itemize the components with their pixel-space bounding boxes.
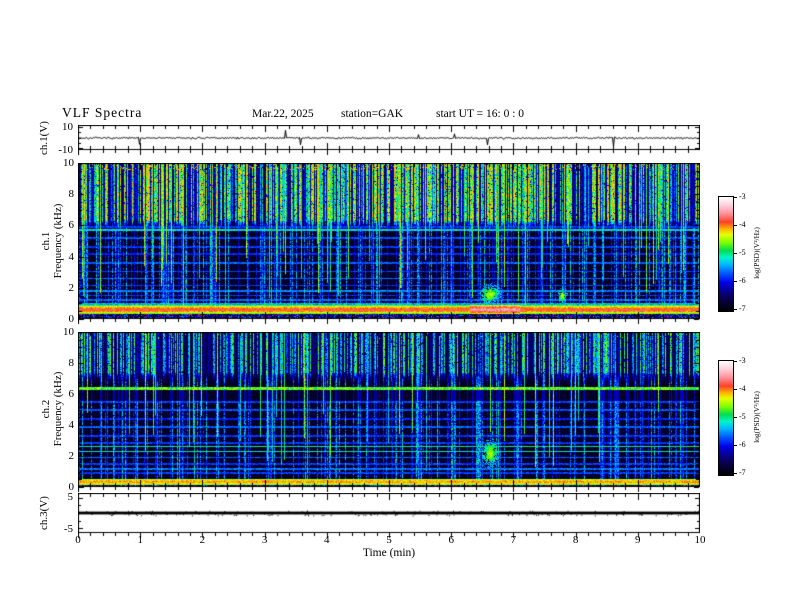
date-label: Mar.22, 2025 xyxy=(252,108,314,120)
figure-title: VLF Spectra xyxy=(62,105,143,120)
colorbar-tick-label: -6 xyxy=(739,276,746,285)
vlf-spectra-figure: VLF Spectra Mar.22, 2025 station=GAK sta… xyxy=(0,0,792,612)
ch1-frequency-label: Frequency (kHz) xyxy=(52,203,64,279)
ch1-frequency-axis-label: ch.1 Frequency (kHz) xyxy=(40,204,64,279)
ch2-channel-label: ch.2 xyxy=(40,399,52,419)
ch1-wave-y-tick-label: 10 xyxy=(62,121,73,133)
ch3-y-tick-label: 5 xyxy=(67,491,74,503)
colorbar-tick-label: -3 xyxy=(739,192,746,201)
ch1-wave-y-tick-label: -10 xyxy=(58,144,73,156)
spec1-y-tick-label: 10 xyxy=(63,157,74,169)
ch2-frequency-axis-label: ch.2 Frequency (kHz) xyxy=(40,372,64,447)
spec1-y-tick-label: 8 xyxy=(68,188,75,201)
colorbar-tick-label: -7 xyxy=(739,468,746,477)
spec1-y-tick-label: 0 xyxy=(68,313,75,325)
start-time-label: start UT = 16: 0 : 0 xyxy=(436,108,525,120)
spec1-y-tick-label: 6 xyxy=(68,219,75,232)
colorbar-ch2 xyxy=(718,360,734,476)
ch1-waveform-panel xyxy=(78,125,700,157)
colorbar-tick-label: -7 xyxy=(739,304,746,313)
colorbar-tick-label: -3 xyxy=(739,356,746,365)
colorbar-ch2-label: log(PSD)(V²/Hz) xyxy=(752,391,761,443)
spec2-y-tick-label: 0 xyxy=(68,481,75,493)
colorbar-tick-label: -4 xyxy=(739,384,746,393)
spec2-y-tick-label: 4 xyxy=(68,419,75,431)
colorbar-tick-label: -4 xyxy=(739,220,746,229)
ch3-waveform-panel xyxy=(78,493,700,541)
ch2-frequency-label: Frequency (kHz) xyxy=(52,371,64,447)
colorbar-tick-label: -5 xyxy=(739,412,746,421)
station-label: station=GAK xyxy=(341,108,404,120)
colorbar-ch1 xyxy=(718,196,734,312)
ch1-channel-label: ch.1 xyxy=(40,231,52,251)
ch2-spectrogram-panel xyxy=(78,332,700,494)
ch3-voltage-axis-label: ch.3(V) xyxy=(38,496,50,530)
spec2-y-tick-label: 8 xyxy=(68,357,75,369)
ch3-y-tick-label: -5 xyxy=(63,523,73,535)
ch1-spectrogram-panel xyxy=(78,163,700,326)
spec2-y-tick-label: 10 xyxy=(63,326,74,338)
spec1-y-tick-label: 4 xyxy=(68,250,75,263)
colorbar-ch1-label: log(PSD)(V²/Hz) xyxy=(752,227,761,279)
spec2-y-tick-label: 2 xyxy=(68,450,75,462)
colorbar-tick-label: -6 xyxy=(739,440,746,449)
spec2-y-tick-label: 6 xyxy=(68,388,75,400)
colorbar-tick-label: -5 xyxy=(739,248,746,257)
ch1-voltage-axis-label: ch.1(V) xyxy=(38,121,50,155)
spec1-y-tick-label: 2 xyxy=(68,281,75,294)
x-axis-title: Time (min) xyxy=(362,547,416,559)
